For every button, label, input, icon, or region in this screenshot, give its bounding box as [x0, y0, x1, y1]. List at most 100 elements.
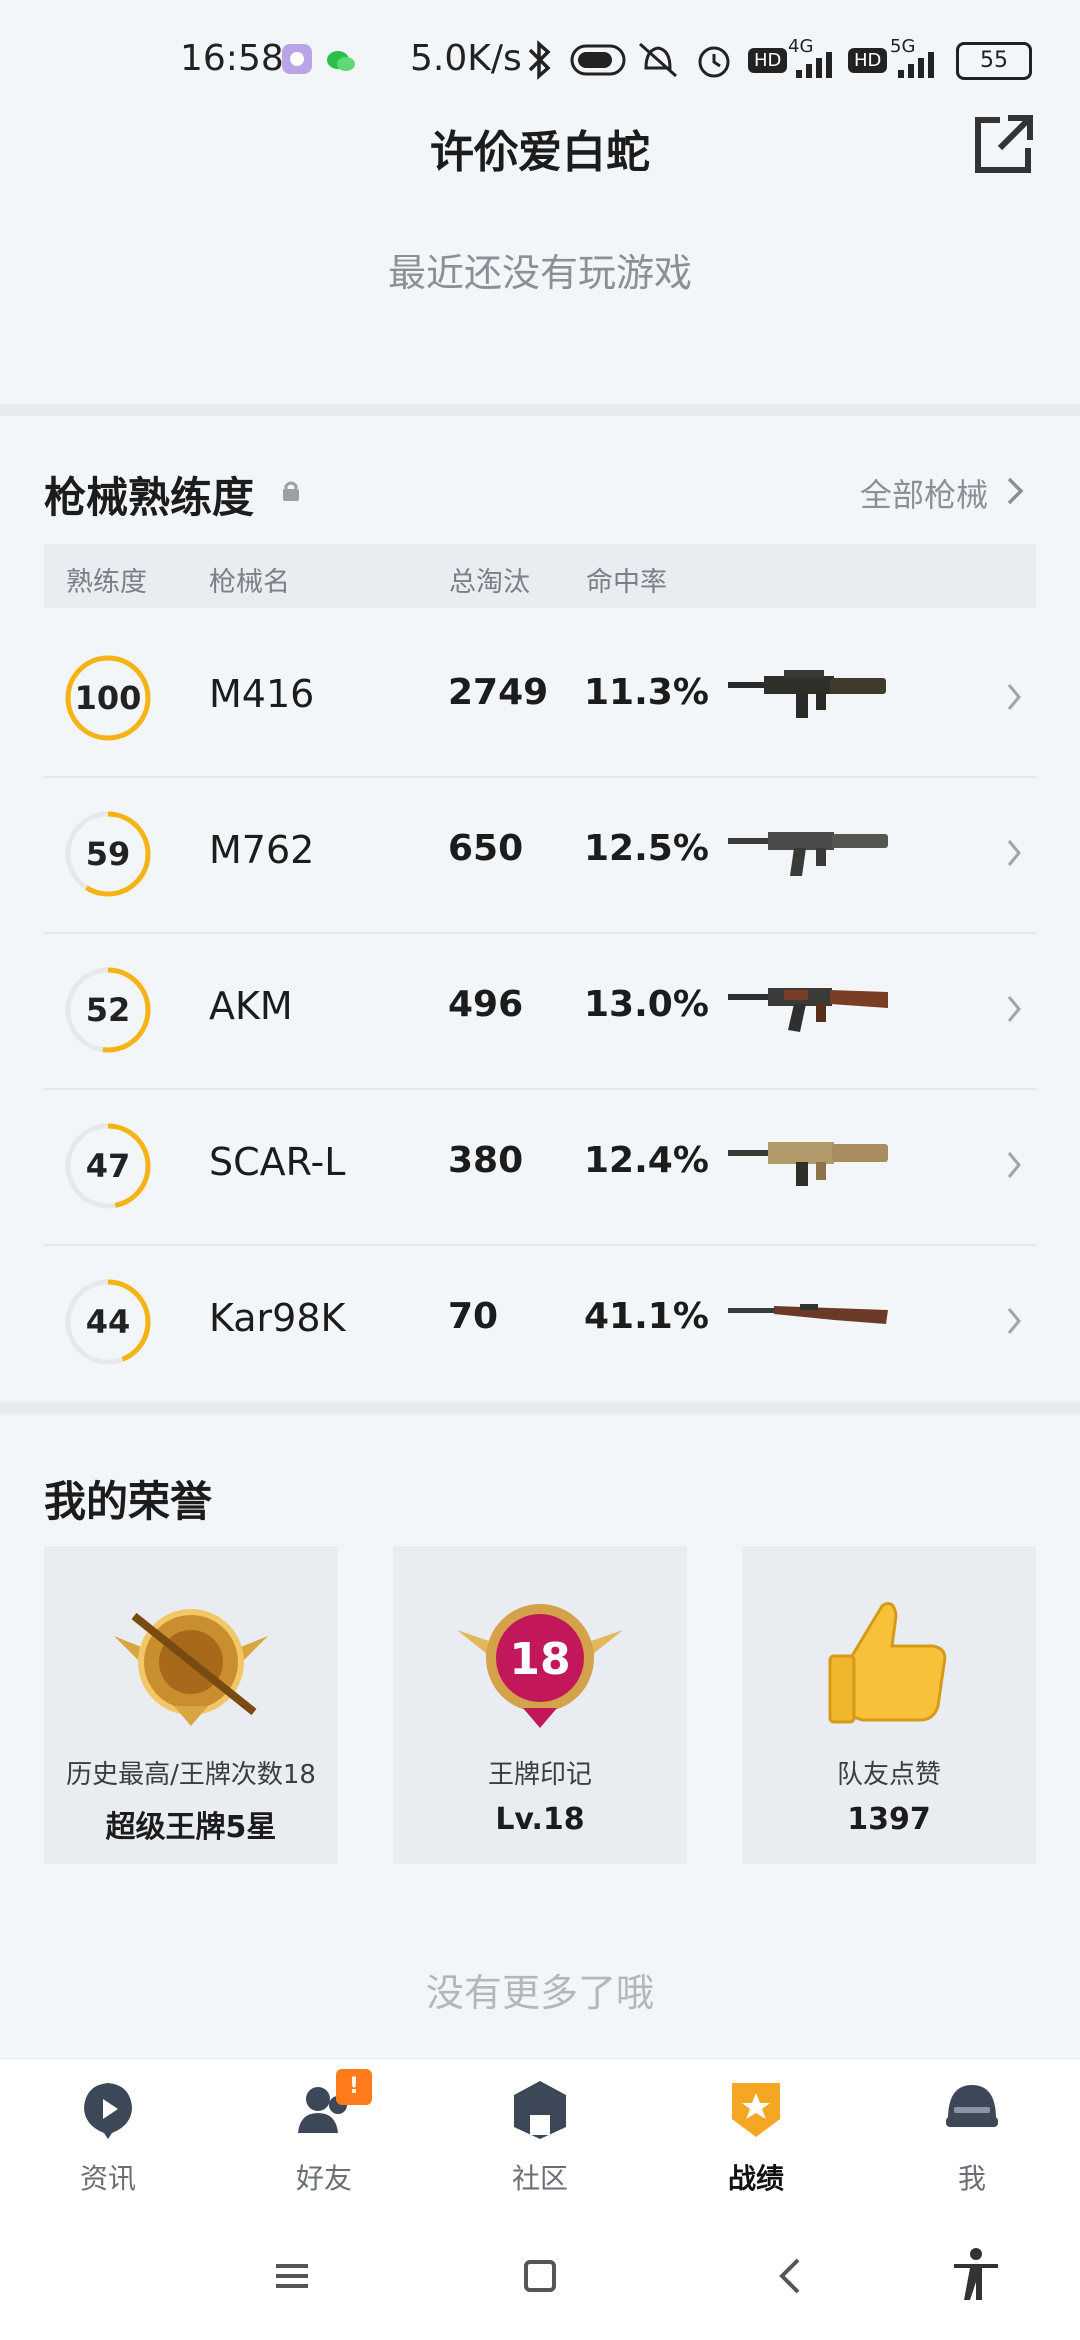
net-speed: 5.0K/s — [410, 38, 522, 79]
honor-label: 王牌印记 — [487, 1760, 592, 1790]
akm-rifle-icon — [728, 988, 888, 1032]
weapon-table-header: 熟练度 枪械名 总淘汰 命中率 — [44, 544, 1036, 608]
weapon-name: AKM — [209, 984, 293, 1028]
wechat-icon — [327, 51, 355, 71]
battery-indicator: 55 — [956, 42, 1032, 80]
news-play-icon — [84, 2083, 132, 2139]
honor-value: 超级王牌5星 — [105, 1810, 277, 1845]
weapon-accuracy: 12.5% — [584, 828, 709, 869]
nav-label: 战绩 — [727, 2162, 784, 2195]
weapon-row[interactable]: 52 AKM 496 13.0% — [44, 932, 1036, 1090]
weapon-name: M762 — [209, 828, 315, 872]
honor-section-title: 我的荣誉 — [44, 1477, 213, 1526]
honor-label: 历史最高/王牌次数18 — [66, 1760, 316, 1790]
chevron-right-icon[interactable] — [1006, 476, 1024, 506]
scar-l-rifle-icon — [728, 1142, 888, 1186]
chevron-right-icon[interactable] — [1006, 838, 1022, 868]
weapon-kills: 650 — [448, 828, 524, 869]
external-link-icon[interactable] — [970, 110, 1038, 178]
bottom-nav: 资讯 ! 好友 社区 战绩 我 — [0, 2058, 1080, 2211]
col-kills: 总淘汰 — [449, 567, 530, 598]
honor-value: 1397 — [847, 1802, 931, 1837]
ace-mark-18-icon: 18 — [457, 1604, 623, 1728]
chevron-right-icon[interactable] — [1006, 682, 1022, 712]
alarm-icon — [698, 46, 730, 78]
weapon-row[interactable]: 59 M762 650 12.5% — [44, 776, 1036, 934]
nav-label: 社区 — [511, 2162, 568, 2195]
community-icon — [514, 2081, 566, 2139]
honor-value: Lv.18 — [495, 1802, 585, 1837]
home-icon[interactable] — [516, 2252, 564, 2300]
weapon-row[interactable]: 100 M416 2749 11.3% — [44, 620, 1036, 778]
status-time: 16:58 — [180, 38, 284, 79]
nav-item-friends[interactable]: ! 好友 — [216, 2059, 432, 2211]
menu-icon[interactable] — [268, 2252, 316, 2300]
toggle-icon — [570, 44, 626, 76]
m416-rifle-icon — [728, 670, 886, 718]
weapon-kills: 2749 — [448, 672, 549, 713]
weapon-row[interactable]: 47 SCAR-L 380 12.4% — [44, 1088, 1036, 1246]
mute-bell-icon — [639, 42, 677, 78]
header: 许伱爱白蛇 — [0, 110, 1080, 190]
hd-badge-2: HD — [848, 48, 888, 73]
nav-item-news[interactable]: 资讯 — [0, 2059, 216, 2211]
col-name: 枪械名 — [209, 567, 290, 598]
recent-games-empty: 最近还没有玩游戏 — [387, 251, 692, 295]
section-divider — [0, 404, 1080, 416]
hd-badge: HD — [748, 48, 788, 73]
weapon-name: M416 — [209, 672, 315, 716]
bluetooth-icon — [528, 40, 551, 80]
nav-item-records[interactable]: 战绩 — [648, 2059, 864, 2211]
weapon-accuracy: 13.0% — [584, 984, 709, 1025]
nav-label: 资讯 — [79, 2162, 136, 2195]
weapon-accuracy: 11.3% — [584, 672, 709, 713]
signal-5g-icon — [898, 52, 934, 78]
proficiency-value: 52 — [85, 991, 131, 1029]
thumbs-up-icon — [828, 1602, 947, 1724]
page-title: 许伱爱白蛇 — [430, 127, 650, 178]
ace-emblem-icon — [114, 1609, 268, 1726]
col-proficiency: 熟练度 — [66, 567, 147, 598]
weapon-kills: 380 — [448, 1140, 524, 1181]
m762-rifle-icon — [728, 832, 888, 876]
honor-label: 队友点赞 — [836, 1760, 941, 1790]
signal-4g-icon — [796, 52, 832, 78]
weapon-accuracy: 12.4% — [584, 1140, 709, 1181]
weapon-name: SCAR-L — [209, 1140, 346, 1184]
proficiency-value: 47 — [85, 1147, 131, 1185]
col-accuracy: 命中率 — [586, 567, 667, 598]
no-more-text: 没有更多了哦 — [425, 1971, 654, 2015]
status-bar: 16:58 5.0K/s HD 4G HD 5G 55 — [0, 0, 1080, 120]
back-icon[interactable] — [768, 2252, 816, 2300]
nav-label: 好友 — [295, 2162, 352, 2195]
record-shield-icon — [732, 2083, 780, 2137]
all-weapons-link[interactable]: 全部枪械 — [860, 470, 988, 516]
kar98k-rifle-icon — [728, 1304, 888, 1324]
chevron-right-icon[interactable] — [1006, 1150, 1022, 1180]
weapon-row[interactable]: 44 Kar98K 70 41.1% — [44, 1244, 1036, 1400]
section-divider — [0, 1402, 1080, 1414]
weapon-accuracy: 41.1% — [584, 1296, 709, 1337]
nav-item-me[interactable]: 我 — [864, 2059, 1080, 2211]
app-notification-icon — [282, 44, 312, 74]
honor-card-ace-mark[interactable]: 18 王牌印记 Lv.18 — [393, 1546, 687, 1864]
weapon-name: Kar98K — [209, 1296, 346, 1340]
system-nav-bar — [0, 2210, 1080, 2340]
proficiency-value: 59 — [85, 835, 131, 873]
nav-label: 我 — [957, 2162, 986, 2195]
lock-icon[interactable] — [280, 480, 302, 502]
friends-badge: ! — [336, 2069, 372, 2105]
ace-mark-number: 18 — [509, 1634, 570, 1685]
honor-card-ace-record[interactable]: 历史最高/王牌次数18 超级王牌5星 — [44, 1546, 338, 1864]
helmet-profile-icon — [946, 2085, 998, 2127]
weapon-section-title: 枪械熟练度 — [44, 473, 255, 522]
honor-card-teammate-likes[interactable]: 队友点赞 1397 — [742, 1546, 1036, 1864]
nav-item-community[interactable]: 社区 — [432, 2059, 648, 2211]
accessibility-icon[interactable] — [948, 2246, 1004, 2302]
weapon-kills: 496 — [448, 984, 524, 1025]
chevron-right-icon[interactable] — [1006, 994, 1022, 1024]
proficiency-value: 100 — [74, 679, 142, 717]
proficiency-value: 44 — [85, 1303, 131, 1341]
chevron-right-icon[interactable] — [1006, 1306, 1022, 1336]
weapon-kills: 70 — [448, 1296, 499, 1337]
